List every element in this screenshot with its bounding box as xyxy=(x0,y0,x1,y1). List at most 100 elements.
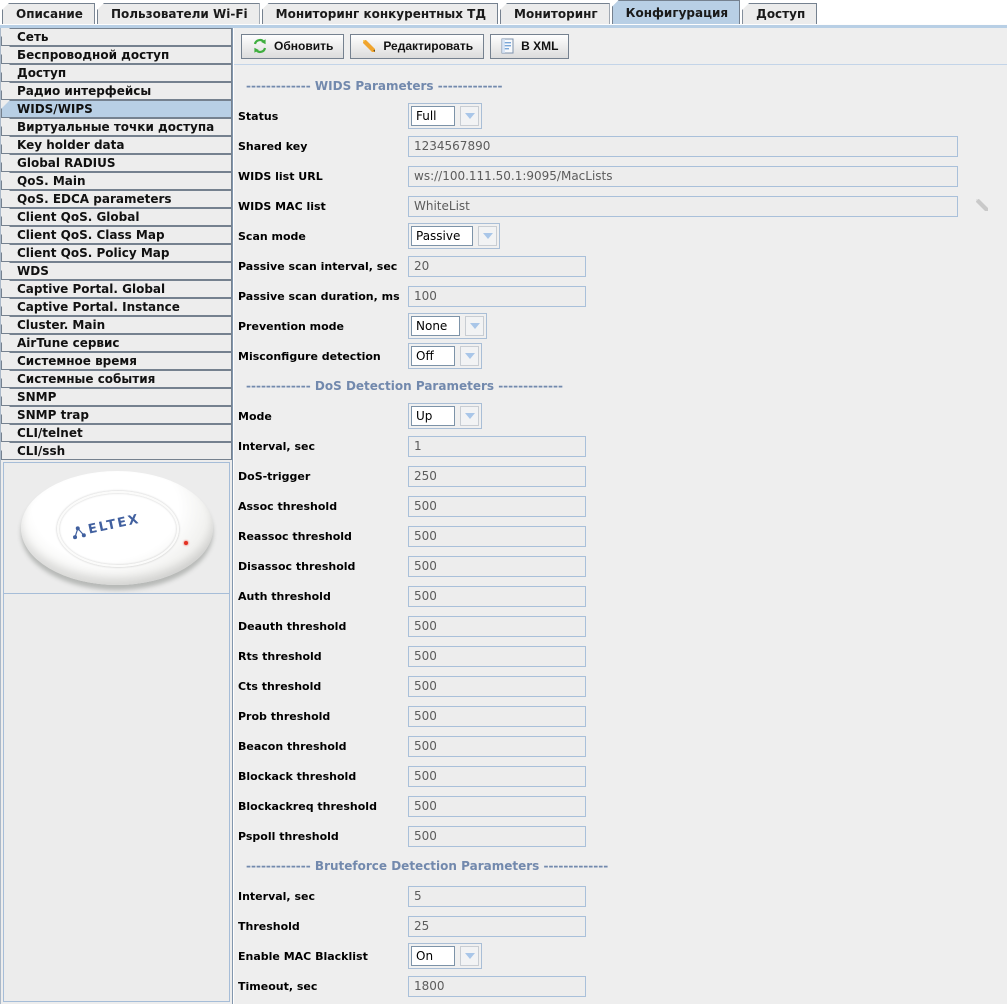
form-row: Blockack threshold500 xyxy=(238,761,1007,791)
dropdown-button[interactable] xyxy=(460,406,479,426)
dropdown-button[interactable] xyxy=(465,316,484,336)
chevron-down-icon xyxy=(465,353,475,359)
status-led xyxy=(184,541,188,545)
input-auth-threshold[interactable]: 500 xyxy=(408,586,586,607)
sidebar-item-snmp-trap[interactable]: SNMP trap xyxy=(1,406,232,424)
form-row: WIDS list URLws://100.111.50.1:9095/MacL… xyxy=(238,161,1007,191)
sidebar-item-сеть[interactable]: Сеть xyxy=(1,28,232,46)
dropdown-value: Up xyxy=(411,406,455,426)
sidebar-item-global-radius[interactable]: Global RADIUS xyxy=(1,154,232,172)
sidebar-item-wds[interactable]: WDS xyxy=(1,262,232,280)
dropdown-button[interactable] xyxy=(460,946,479,966)
input-prob-threshold[interactable]: 500 xyxy=(408,706,586,727)
input-interval-sec[interactable]: 1 xyxy=(408,436,586,457)
xml-document-icon xyxy=(501,38,515,54)
form-row: Beacon threshold500 xyxy=(238,731,1007,761)
chevron-down-icon xyxy=(483,233,493,239)
field-label: Enable MAC Blacklist xyxy=(238,950,408,963)
sidebar-item-доступ[interactable]: Доступ xyxy=(1,64,232,82)
dropdown-misconfigure-detection[interactable]: Off xyxy=(408,343,482,369)
dropdown-enable-mac-blacklist[interactable]: On xyxy=(408,943,482,969)
sidebar-item-qos-main[interactable]: QoS. Main xyxy=(1,172,232,190)
edit-button-label: Редактировать xyxy=(383,39,473,53)
form-row: Prob threshold500 xyxy=(238,701,1007,731)
input-passive-scan-duration-ms[interactable]: 100 xyxy=(408,286,586,307)
field-label: Cts threshold xyxy=(238,680,408,693)
tab-мониторинг-конкурентных-тд[interactable]: Мониторинг конкурентных ТД xyxy=(262,3,498,24)
input-dos-trigger[interactable]: 250 xyxy=(408,466,586,487)
field-label: Reassoc threshold xyxy=(238,530,408,543)
sidebar-item-qos-edca-parameters[interactable]: QoS. EDCA parameters xyxy=(1,190,232,208)
input-disassoc-threshold[interactable]: 500 xyxy=(408,556,586,577)
input-passive-scan-interval-sec[interactable]: 20 xyxy=(408,256,586,277)
dropdown-button[interactable] xyxy=(460,346,479,366)
edit-button[interactable]: Редактировать xyxy=(350,34,484,59)
input-timeout-sec[interactable]: 1800 xyxy=(408,976,586,997)
refresh-button[interactable]: Обновить xyxy=(241,34,344,59)
dropdown-scan-mode[interactable]: Passive xyxy=(408,223,500,249)
form-row: Pspoll threshold500 xyxy=(238,821,1007,851)
input-cts-threshold[interactable]: 500 xyxy=(408,676,586,697)
form-row: Passive scan duration, ms100 xyxy=(238,281,1007,311)
input-wids-list-url[interactable]: ws://100.111.50.1:9095/MacLists xyxy=(408,166,958,187)
input-shared-key[interactable]: 1234567890 xyxy=(408,136,958,157)
tab-пользователи-wi-fi[interactable]: Пользователи Wi-Fi xyxy=(97,3,260,24)
sidebar-item-cluster-main[interactable]: Cluster. Main xyxy=(1,316,232,334)
field-label: Mode xyxy=(238,410,408,423)
dropdown-mode[interactable]: Up xyxy=(408,403,482,429)
sidebar-item-client-qos-class-map[interactable]: Client QoS. Class Map xyxy=(1,226,232,244)
field-label: Disassoc threshold xyxy=(238,560,408,573)
input-rts-threshold[interactable]: 500 xyxy=(408,646,586,667)
to-xml-button[interactable]: В XML xyxy=(490,34,569,59)
form-row: WIDS MAC listWhiteList xyxy=(238,191,1007,221)
input-threshold[interactable]: 25 xyxy=(408,916,586,937)
tab-мониторинг[interactable]: Мониторинг xyxy=(500,3,610,24)
form-row: Prevention modeNone xyxy=(238,311,1007,341)
sidebar-item-snmp[interactable]: SNMP xyxy=(1,388,232,406)
sidebar-item-key-holder-data[interactable]: Key holder data xyxy=(1,136,232,154)
tab-доступ[interactable]: Доступ xyxy=(742,3,817,24)
form-row: Auth threshold500 xyxy=(238,581,1007,611)
tab-конфигурация[interactable]: Конфигурация xyxy=(612,0,740,24)
sidebar-item-captive-portal-global[interactable]: Captive Portal. Global xyxy=(1,280,232,298)
sidebar-item-радио-интерфейсы[interactable]: Радио интерфейсы xyxy=(1,82,232,100)
field-label: DoS-trigger xyxy=(238,470,408,483)
dropdown-status[interactable]: Full xyxy=(408,103,482,129)
device-image: ELTEX xyxy=(3,462,230,594)
input-wids-mac-list[interactable]: WhiteList xyxy=(408,196,958,217)
input-pspoll-threshold[interactable]: 500 xyxy=(408,826,586,847)
sidebar-item-client-qos-policy-map[interactable]: Client QoS. Policy Map xyxy=(1,244,232,262)
form-row: Assoc threshold500 xyxy=(238,491,1007,521)
sidebar-item-cli-telnet[interactable]: CLI/telnet xyxy=(1,424,232,442)
section-header: ------------- Bruteforce Detection Param… xyxy=(238,851,1007,881)
field-label: Status xyxy=(238,110,408,123)
sidebar-item-cli-ssh[interactable]: CLI/ssh xyxy=(1,442,232,460)
input-blockack-threshold[interactable]: 500 xyxy=(408,766,586,787)
input-blockackreq-threshold[interactable]: 500 xyxy=(408,796,586,817)
dropdown-button[interactable] xyxy=(478,226,497,246)
form-row: DoS-trigger250 xyxy=(238,461,1007,491)
input-interval-sec[interactable]: 5 xyxy=(408,886,586,907)
input-reassoc-threshold[interactable]: 500 xyxy=(408,526,586,547)
field-label: Scan mode xyxy=(238,230,408,243)
sidebar-item-captive-portal-instance[interactable]: Captive Portal. Instance xyxy=(1,298,232,316)
sidebar-item-беспроводной-доступ[interactable]: Беспроводной доступ xyxy=(1,46,232,64)
sidebar-item-системные-события[interactable]: Системные события xyxy=(1,370,232,388)
tab-описание[interactable]: Описание xyxy=(2,3,95,24)
form-row: Timeout, sec1800 xyxy=(238,971,1007,1001)
input-assoc-threshold[interactable]: 500 xyxy=(408,496,586,517)
dropdown-value: On xyxy=(411,946,455,966)
input-beacon-threshold[interactable]: 500 xyxy=(408,736,586,757)
access-point-disc: ELTEX xyxy=(21,471,213,585)
sidebar-item-client-qos-global[interactable]: Client QoS. Global xyxy=(1,208,232,226)
edit-pencil-icon xyxy=(361,38,377,54)
sidebar-item-системное-время[interactable]: Системное время xyxy=(1,352,232,370)
input-deauth-threshold[interactable]: 500 xyxy=(408,616,586,637)
dropdown-prevention-mode[interactable]: None xyxy=(408,313,487,339)
dropdown-button[interactable] xyxy=(460,106,479,126)
dropdown-value: Full xyxy=(411,106,455,126)
sidebar-item-airtune-сервис[interactable]: AirTune сервис xyxy=(1,334,232,352)
edit-disabled-pencil-icon[interactable] xyxy=(973,196,990,217)
sidebar-item-wids-wips[interactable]: WIDS/WIPS xyxy=(1,100,232,118)
sidebar-item-виртуальные-точки-доступа[interactable]: Виртуальные точки доступа xyxy=(1,118,232,136)
